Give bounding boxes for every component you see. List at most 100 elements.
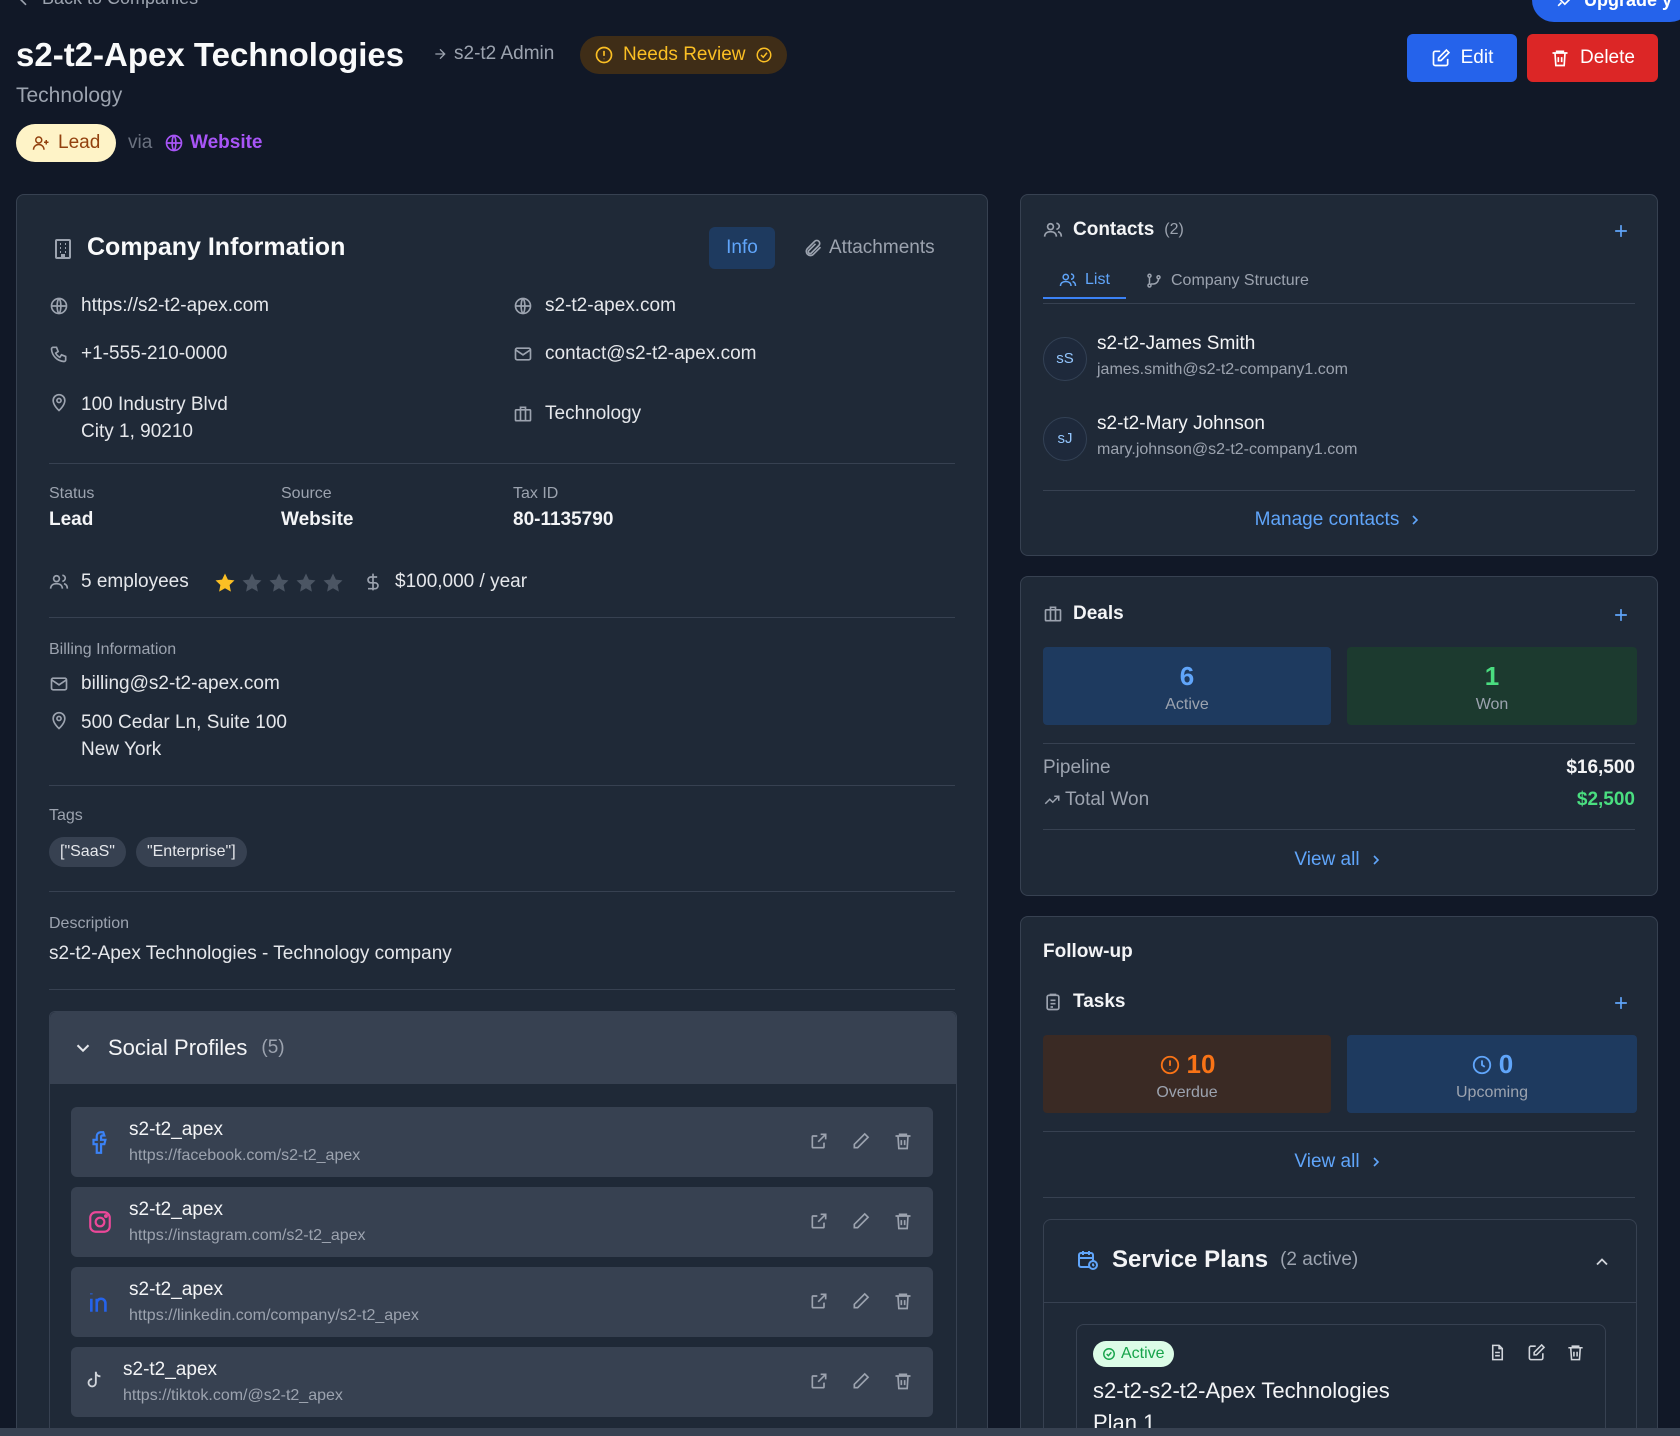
source-link[interactable]: Website — [164, 132, 263, 154]
avatar: sS — [1043, 337, 1087, 381]
social-profile-handle: s2-t2_apex — [129, 1199, 224, 1220]
pencil-icon[interactable] — [851, 1211, 871, 1231]
tab-company-structure[interactable]: Company Structure — [1145, 263, 1309, 299]
owner-link[interactable]: s2-t2 Admin — [432, 43, 554, 65]
phone-value[interactable]: +1-555-210-0000 — [81, 343, 227, 365]
alert-circle-icon — [1160, 1055, 1179, 1074]
social-profile-url: https://linkedin.com/company/s2-t2_apex — [129, 1307, 419, 1324]
deals-won-label: Won — [1475, 696, 1509, 713]
upgrade-button[interactable]: Upgrade y — [1532, 0, 1680, 22]
mail-icon — [514, 347, 532, 361]
contacts-count: (2) — [1164, 221, 1184, 238]
tab-info[interactable]: Info — [709, 227, 775, 269]
contact-row[interactable]: sS s2-t2-James Smith james.smith@s2-t2-c… — [1043, 333, 1637, 389]
manage-contacts-link[interactable]: Manage contacts — [1021, 509, 1657, 531]
contacts-header: Contacts (2) — [1043, 219, 1184, 241]
trash-icon[interactable] — [893, 1371, 913, 1391]
contact-name: s2-t2-James Smith — [1097, 333, 1256, 354]
star-icon[interactable] — [267, 571, 291, 595]
overdue-stat[interactable]: 10 Overdue — [1043, 1035, 1331, 1113]
billing-email-row: billing@s2-t2-apex.com — [49, 673, 280, 695]
tags-label: Tags — [49, 807, 83, 824]
tasks-view-all-link[interactable]: View all — [1021, 1151, 1657, 1173]
contacts-card: Contacts (2) List Company Structure sS s… — [1020, 194, 1658, 556]
star-icon[interactable] — [213, 571, 237, 595]
deals-view-all-link[interactable]: View all — [1021, 849, 1657, 871]
pencil-icon[interactable] — [851, 1131, 871, 1151]
upgrade-label: Upgrade y — [1584, 0, 1672, 11]
social-profiles-header[interactable]: Social Profiles (5) — [50, 1012, 956, 1084]
deals-active-stat[interactable]: 6 Active — [1043, 647, 1331, 725]
back-link[interactable]: Back to Companies — [16, 0, 198, 9]
globe-icon — [514, 297, 532, 315]
deals-heading: Deals — [1073, 603, 1124, 624]
external-link-icon[interactable] — [809, 1371, 829, 1391]
billing-label: Billing Information — [49, 641, 177, 658]
users-icon — [49, 574, 69, 589]
trash-icon[interactable] — [893, 1291, 913, 1311]
total-won-row: Total Won — [1043, 789, 1149, 811]
add-contact-icon[interactable] — [1611, 221, 1631, 241]
pencil-icon[interactable] — [851, 1291, 871, 1311]
taxid-field: Tax ID 80-1135790 — [513, 485, 613, 531]
plan-status-badge: Active — [1093, 1341, 1174, 1367]
briefcase-icon — [1044, 606, 1062, 622]
bottom-scrollbar[interactable] — [0, 1428, 1680, 1436]
rating-stars[interactable] — [213, 571, 345, 595]
tab-attachments[interactable]: Attachments — [803, 237, 935, 259]
contact-row[interactable]: sJ s2-t2-Mary Johnson mary.johnson@s2-t2… — [1043, 413, 1637, 469]
check-circle-icon — [1103, 1348, 1115, 1360]
status-value: Lead — [49, 509, 94, 530]
billing-email[interactable]: billing@s2-t2-apex.com — [81, 673, 280, 695]
company-info-card: Company Information Info Attachments htt… — [16, 194, 988, 1436]
followup-card: Follow-up Tasks 10 Overdue 0 Upcoming Vi… — [1020, 916, 1658, 1436]
map-pin-icon — [52, 393, 66, 412]
divider — [49, 617, 955, 618]
source-value: Website — [281, 509, 354, 530]
edit-icon[interactable] — [1527, 1343, 1546, 1362]
social-profile-item: s2-t2_apex https://facebook.com/s2-t2_ap… — [71, 1107, 933, 1177]
external-link-icon[interactable] — [809, 1291, 829, 1311]
tag[interactable]: "Enterprise"] — [135, 837, 247, 867]
contact-email: james.smith@s2-t2-company1.com — [1097, 361, 1348, 378]
divider — [49, 785, 955, 786]
file-text-icon[interactable] — [1488, 1343, 1507, 1362]
service-plan-item[interactable]: Active s2-t2-s2-t2-Apex Technologies Pla… — [1076, 1324, 1606, 1436]
users-icon — [1059, 273, 1077, 287]
star-icon[interactable] — [294, 571, 318, 595]
star-icon[interactable] — [321, 571, 345, 595]
external-link-icon[interactable] — [809, 1131, 829, 1151]
edit-button[interactable]: Edit — [1407, 34, 1517, 82]
add-deal-icon[interactable] — [1611, 605, 1631, 625]
company-info-heading: Company Information — [87, 233, 346, 261]
email-link[interactable]: contact@s2-t2-apex.com — [545, 343, 757, 365]
trash-icon[interactable] — [1566, 1343, 1585, 1362]
deals-won-stat[interactable]: 1 Won — [1347, 647, 1637, 725]
divider — [49, 891, 955, 892]
deals-active-count: 6 — [1179, 661, 1195, 691]
external-link-icon[interactable] — [809, 1211, 829, 1231]
service-plans-header[interactable]: Service Plans (2 active) — [1076, 1246, 1358, 1274]
tab-list[interactable]: List — [1043, 263, 1126, 299]
add-task-icon[interactable] — [1611, 993, 1631, 1013]
billing-address-line1: 500 Cedar Ln, Suite 100 — [81, 712, 287, 733]
upcoming-stat[interactable]: 0 Upcoming — [1347, 1035, 1637, 1113]
trash-icon[interactable] — [893, 1211, 913, 1231]
star-icon[interactable] — [240, 571, 264, 595]
deals-won-count: 1 — [1484, 661, 1500, 691]
tag[interactable]: ["SaaS" — [49, 837, 126, 867]
chevron-up-icon[interactable] — [1592, 1252, 1612, 1272]
website-link[interactable]: https://s2-t2-apex.com — [81, 295, 269, 317]
social-profile-url: https://instagram.com/s2-t2_apex — [129, 1227, 366, 1244]
paperclip-icon — [805, 239, 822, 257]
trash-icon[interactable] — [893, 1131, 913, 1151]
tags-list: ["SaaS" "Enterprise"] — [49, 837, 257, 867]
git-branch-icon — [1147, 273, 1161, 288]
owner-name: s2-t2 Admin — [454, 43, 555, 64]
tasks-heading: Tasks — [1073, 991, 1126, 1012]
tasks-view-all-label: View all — [1294, 1151, 1360, 1172]
needs-review-badge[interactable]: Needs Review — [580, 36, 787, 74]
delete-button[interactable]: Delete — [1527, 34, 1658, 82]
pencil-icon[interactable] — [851, 1371, 871, 1391]
overdue-label: Overdue — [1156, 1084, 1218, 1101]
